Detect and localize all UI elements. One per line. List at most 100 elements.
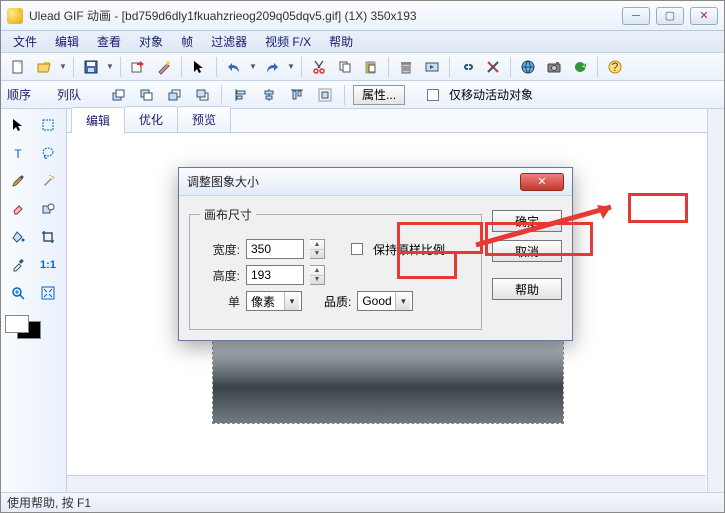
lasso-tool-icon[interactable] [35, 141, 61, 165]
text-tool-icon[interactable]: T [5, 141, 31, 165]
align-center-icon[interactable] [258, 84, 280, 106]
keep-ratio-checkbox[interactable] [351, 243, 363, 255]
unit-select[interactable]: 像素 [246, 291, 302, 311]
open-icon[interactable] [33, 56, 55, 78]
menu-file[interactable]: 文件 [5, 31, 45, 52]
dialog-title: 调整图象大小 [187, 173, 520, 190]
height-input[interactable] [246, 265, 304, 285]
minimize-button[interactable]: ─ [622, 7, 650, 25]
scrollbar-horizontal[interactable] [67, 475, 706, 492]
toolbar-main: ▼ ▼ ▼ ▼ ? [1, 53, 724, 81]
menu-edit[interactable]: 编辑 [47, 31, 87, 52]
svg-text:?: ? [612, 60, 619, 74]
copy-icon[interactable] [334, 56, 356, 78]
menu-frame[interactable]: 帧 [173, 31, 201, 52]
eyedropper-tool-icon[interactable] [5, 253, 31, 277]
new-icon[interactable] [7, 56, 29, 78]
maximize-button[interactable]: ▢ [656, 7, 684, 25]
ok-label: 确定 [515, 213, 539, 230]
order-forward-icon[interactable] [135, 84, 157, 106]
resize-dialog: 调整图象大小 ✕ 画布尺寸 宽度: ▲▼ 保持原样比例 高度: ▲▼ 单 像素 [178, 167, 573, 341]
link-icon[interactable] [456, 56, 478, 78]
ok-button[interactable]: 确定 [492, 210, 562, 232]
svg-text:T: T [14, 147, 22, 161]
scrollbar-vertical[interactable] [707, 109, 724, 492]
order-front-icon[interactable] [107, 84, 129, 106]
tab-preview[interactable]: 预览 [177, 106, 231, 132]
tab-edit[interactable]: 编辑 [71, 107, 125, 133]
menu-help[interactable]: 帮助 [321, 31, 361, 52]
color-swatch[interactable]: ⇄ [5, 315, 41, 339]
order-backward-icon[interactable] [163, 84, 185, 106]
brush-tool-icon[interactable] [5, 169, 31, 193]
eraser-tool-icon[interactable] [5, 197, 31, 221]
status-bar: 使用帮助, 按 F1 [1, 492, 724, 512]
camera-icon[interactable] [543, 56, 565, 78]
fit-window-icon[interactable] [35, 281, 61, 305]
zoom-tool-icon[interactable] [5, 281, 31, 305]
close-button[interactable]: ✕ [690, 7, 718, 25]
unlink-icon[interactable] [482, 56, 504, 78]
width-label: 宽度: [200, 241, 240, 258]
wizard-icon[interactable] [153, 56, 175, 78]
save-icon[interactable] [80, 56, 102, 78]
menu-view[interactable]: 查看 [89, 31, 129, 52]
queue-label: 列队 [57, 86, 81, 103]
onlymove-label: 仅移动活动对象 [449, 86, 533, 103]
onlymove-checkbox[interactable] [427, 89, 439, 101]
undo-icon[interactable] [223, 56, 245, 78]
shape-tool-icon[interactable] [35, 197, 61, 221]
help-label: 帮助 [515, 281, 539, 298]
properties-button[interactable]: 属性... [353, 85, 405, 105]
dialog-close-button[interactable]: ✕ [520, 173, 564, 191]
menu-video-fx[interactable]: 视频 F/X [257, 31, 319, 52]
redo-dropdown-icon[interactable]: ▼ [287, 62, 295, 71]
crop-tool-icon[interactable] [35, 225, 61, 249]
open-dropdown-icon[interactable]: ▼ [59, 62, 67, 71]
width-spinner[interactable]: ▲▼ [310, 239, 325, 259]
menu-filter[interactable]: 过滤器 [203, 31, 255, 52]
refresh-icon[interactable] [569, 56, 591, 78]
canvas-size-legend: 画布尺寸 [200, 206, 256, 223]
cut-icon[interactable] [308, 56, 330, 78]
redo-icon[interactable] [261, 56, 283, 78]
swap-colors-icon[interactable]: ⇄ [0, 319, 1, 330]
help-icon[interactable]: ? [604, 56, 626, 78]
cancel-button[interactable]: 取消 [492, 240, 562, 262]
save-dropdown-icon[interactable]: ▼ [106, 62, 114, 71]
web-icon[interactable] [517, 56, 539, 78]
unit-label: 单 [200, 293, 240, 310]
undo-dropdown-icon[interactable]: ▼ [249, 62, 257, 71]
menu-bar: 文件 编辑 查看 对象 帧 过滤器 视频 F/X 帮助 [1, 31, 724, 53]
actual-size-icon[interactable]: 1:1 [35, 253, 61, 277]
select-tool-icon[interactable] [5, 113, 31, 137]
title-bar: Ulead GIF 动画 - [bd759d6dly1fkuahzrieog20… [1, 1, 724, 31]
canvas-size-group: 画布尺寸 宽度: ▲▼ 保持原样比例 高度: ▲▼ 单 像素 品质: Good [189, 206, 482, 330]
paste-icon[interactable] [360, 56, 382, 78]
order-back-icon[interactable] [191, 84, 213, 106]
height-spinner[interactable]: ▲▼ [310, 265, 325, 285]
wand-tool-icon[interactable] [35, 169, 61, 193]
workspace-tabs: 编辑 优化 预览 [67, 109, 724, 133]
help-button[interactable]: 帮助 [492, 278, 562, 300]
menu-object[interactable]: 对象 [131, 31, 171, 52]
quality-label: 品质: [324, 293, 351, 310]
dialog-titlebar[interactable]: 调整图象大小 ✕ [179, 168, 572, 196]
delete-icon[interactable] [395, 56, 417, 78]
toolbar-secondary: 顺序 列队 属性... 仅移动活动对象 [1, 81, 724, 109]
window-title: Ulead GIF 动画 - [bd759d6dly1fkuahzrieog20… [29, 7, 622, 24]
keep-ratio-label: 保持原样比例 [373, 241, 445, 258]
export-icon[interactable] [127, 56, 149, 78]
align-left-icon[interactable] [230, 84, 252, 106]
quality-select[interactable]: Good [357, 291, 413, 311]
preview-icon[interactable] [421, 56, 443, 78]
center-both-icon[interactable] [314, 84, 336, 106]
fill-tool-icon[interactable] [5, 225, 31, 249]
width-input[interactable] [246, 239, 304, 259]
fg-color-swatch[interactable] [5, 315, 29, 333]
marquee-tool-icon[interactable] [35, 113, 61, 137]
pointer-tool-icon[interactable] [188, 56, 210, 78]
order-label: 顺序 [7, 86, 31, 103]
align-top-icon[interactable] [286, 84, 308, 106]
tab-optimize[interactable]: 优化 [124, 106, 178, 132]
